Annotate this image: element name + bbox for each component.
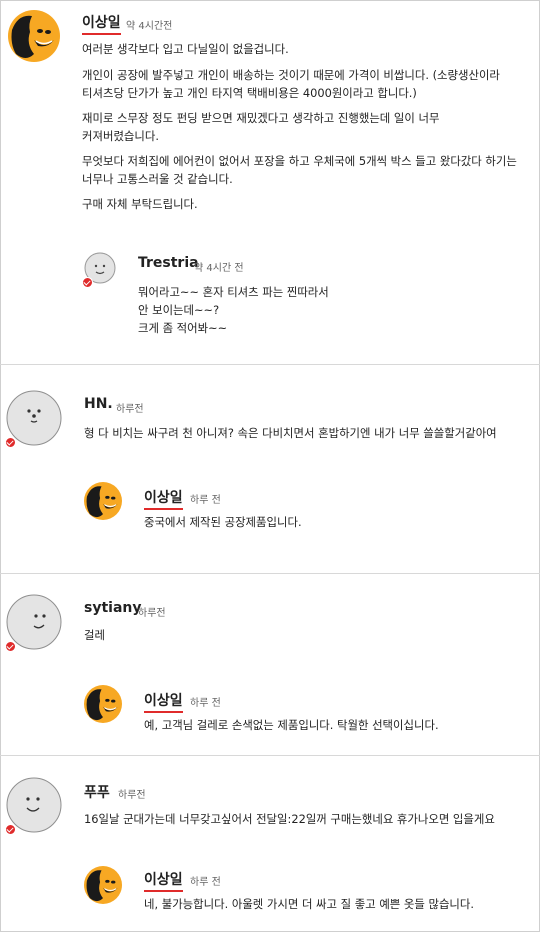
comment-author[interactable]: 푸푸 xyxy=(84,782,110,802)
verified-badge-icon xyxy=(5,641,16,652)
comment-text-line: 개인이 공장에 발주넣고 개인이 배송하는 것이기 때문에 가격이 비쌉니다. … xyxy=(82,68,500,82)
comment-time: 약 4시간전 xyxy=(126,21,173,32)
comment-text-line: 커져버렸습니다. xyxy=(82,129,159,143)
page-frame xyxy=(0,0,540,932)
reply-time: 하루 전 xyxy=(190,495,221,506)
reply-text-line: 크게 좀 적어봐~~ xyxy=(138,321,228,335)
comment-author[interactable]: HN. xyxy=(84,396,113,412)
comment-time: 하루전 xyxy=(118,790,146,801)
reply-author[interactable]: 이상일 xyxy=(144,487,183,510)
comment-time: 하루전 xyxy=(138,608,166,619)
comment-author[interactable]: 이상일 xyxy=(82,12,121,35)
comment-text-line: 16일날 군대가는데 너무갖고싶어서 전달일:22일꺼 구매는했네요 휴가나오면… xyxy=(84,812,495,826)
reply-text-line: 네, 불가능합니다. 아울렛 가시면 더 싸고 질 좋고 예쁜 옷들 많습니다. xyxy=(144,897,475,911)
comment-divider xyxy=(0,364,540,365)
comment-text-line: 형 다 비치는 싸구려 천 아니져? 속은 다비치면서 혼밥하기엔 내가 너무 … xyxy=(84,426,497,440)
comment-time: 하루전 xyxy=(116,404,144,415)
verified-badge-icon xyxy=(82,277,93,288)
reply-text-line: 예, 고객님 걸레로 손색없는 제품입니다. 탁월한 선택이십니다. xyxy=(144,718,439,732)
reply-author[interactable]: Trestria xyxy=(138,255,199,271)
comment-text-line: 티셔츠당 단가가 높고 개인 타지역 택배비용은 4000원이라고 합니다.) xyxy=(82,86,417,100)
comment-divider xyxy=(0,573,540,574)
owner-avatar-icon[interactable] xyxy=(84,482,122,520)
verified-badge-icon xyxy=(5,437,16,448)
reply-author[interactable]: 이상일 xyxy=(144,869,183,892)
default-avatar-icon[interactable] xyxy=(6,390,62,446)
comment-text-line: 걸레 xyxy=(84,628,105,642)
reply-text-line: 중국에서 제작된 공장제품입니다. xyxy=(144,515,302,529)
comment-text-line: 너무나 고통스러울 것 같습니다. xyxy=(82,172,233,186)
comment-text-line: 재미로 스무장 정도 펀딩 받으면 재밌겠다고 생각하고 진행했는데 일이 너무 xyxy=(82,111,440,125)
comment-text-line: 무엇보다 저희집에 에어컨이 없어서 포장을 하고 우체국에 5개씩 박스 들고… xyxy=(82,154,517,168)
reply-time: 하루 전 xyxy=(190,698,221,709)
comment-author[interactable]: sytiany xyxy=(84,600,142,616)
reply-author[interactable]: 이상일 xyxy=(144,690,183,713)
comment-text-line: 여러분 생각보다 입고 다닐일이 없을겁니다. xyxy=(82,42,289,56)
reply-time: 약 4시간 전 xyxy=(194,263,244,274)
reply-text-line: 뭐어라고~~ 혼자 티셔츠 파는 찐따라서 xyxy=(138,285,329,299)
default-avatar-icon[interactable] xyxy=(6,777,62,833)
comment-text-line: 구매 자체 부탁드립니다. xyxy=(82,197,198,211)
owner-avatar-icon[interactable] xyxy=(84,685,122,723)
owner-avatar-icon[interactable] xyxy=(84,866,122,904)
comment-divider xyxy=(0,755,540,756)
reply-text-line: 안 보이는데~~? xyxy=(138,303,220,317)
owner-avatar-icon[interactable] xyxy=(8,10,60,62)
verified-badge-icon xyxy=(5,824,16,835)
reply-time: 하루 전 xyxy=(190,877,221,888)
default-avatar-icon[interactable] xyxy=(6,594,62,650)
